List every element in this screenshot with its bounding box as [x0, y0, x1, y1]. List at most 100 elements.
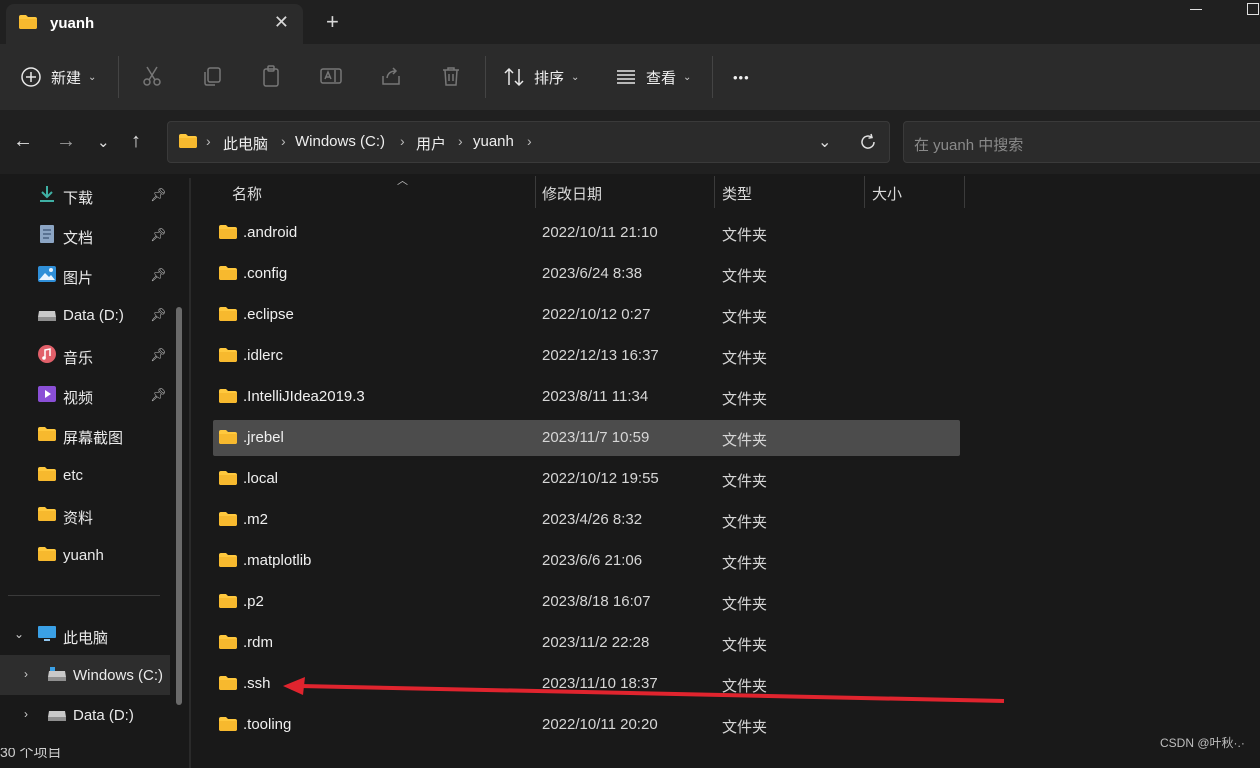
sidebar-item-videos[interactable]: 视频 📌︎ [0, 375, 175, 415]
folder-icon [219, 676, 237, 690]
sidebar-item-label: yuanh [63, 547, 104, 564]
table-row[interactable]: .rdm 2023/11/2 22:28 文件夹 [213, 625, 960, 661]
column-header-size[interactable]: 大小 [865, 174, 965, 208]
sidebar-item-this-pc[interactable]: ⌄ 此电脑 [0, 615, 175, 655]
breadcrumb-yuanh[interactable]: yuanh [473, 133, 514, 150]
pin-icon[interactable]: 📌︎ [150, 387, 167, 403]
table-row[interactable]: .local 2022/10/12 19:55 文件夹 [213, 461, 960, 497]
sort-button[interactable]: 排序 ⌄ [503, 64, 579, 90]
copy-icon[interactable] [200, 64, 224, 88]
pin-icon[interactable]: 📌︎ [150, 227, 167, 243]
folder-icon [219, 471, 237, 485]
table-row[interactable]: .tooling 2022/10/11 20:20 文件夹 [213, 707, 960, 743]
table-row[interactable]: .jrebel 2023/11/7 10:59 文件夹 [213, 420, 960, 456]
breadcrumb-chevron-icon[interactable]: › [400, 133, 405, 149]
folder-icon [219, 307, 237, 321]
sidebar-item-materials[interactable]: 资料 [0, 495, 175, 535]
table-row[interactable]: .matplotlib 2023/6/6 21:06 文件夹 [213, 543, 960, 579]
address-history-dropdown[interactable]: ⌄ [818, 132, 831, 152]
sidebar-item-downloads[interactable]: 下载 📌︎ [0, 175, 175, 215]
back-button[interactable]: ← [13, 130, 33, 153]
scrollbar-track[interactable] [189, 178, 191, 768]
breadcrumb-chevron-icon[interactable]: › [458, 133, 463, 149]
share-icon[interactable] [379, 64, 403, 88]
sidebar-item-data-d-drive[interactable]: › Data (D:) [0, 695, 175, 735]
sidebar-item-windows-c[interactable]: › Windows (C:) [0, 655, 170, 695]
file-name: .tooling [243, 716, 292, 733]
sidebar-item-music[interactable]: 音乐 📌︎ [0, 335, 175, 375]
file-name: .IntelliJIdea2019.3 [243, 388, 365, 405]
folder-icon [19, 15, 37, 29]
table-row[interactable]: .idlerc 2022/12/13 16:37 文件夹 [213, 338, 960, 374]
sidebar-item-label: etc [63, 467, 84, 484]
address-bar[interactable]: › 此电脑 › Windows (C:) › 用户 › yuanh › ⌄ [167, 121, 890, 163]
chevron-right-icon[interactable]: › [24, 707, 28, 721]
cut-icon[interactable] [140, 64, 164, 88]
recent-locations-button[interactable]: ⌄ [97, 133, 110, 151]
column-header-modified[interactable]: 修改日期 [536, 174, 714, 208]
window-tab[interactable]: yuanh ✕ [6, 4, 303, 44]
table-row[interactable]: .eclipse 2022/10/12 0:27 文件夹 [213, 297, 960, 333]
minimize-button[interactable] [1190, 9, 1202, 10]
folder-icon [219, 717, 237, 731]
sidebar-item-data-d[interactable]: Data (D:) 📌︎ [0, 295, 175, 335]
table-row[interactable]: .m2 2023/4/26 8:32 文件夹 [213, 502, 960, 538]
pin-icon[interactable]: 📌︎ [150, 347, 167, 363]
new-button[interactable]: 新建 ⌄ [20, 64, 96, 90]
folder-icon [219, 430, 237, 444]
rename-icon[interactable] [319, 64, 343, 88]
sidebar-item-yuanh[interactable]: yuanh [0, 535, 175, 575]
more-options-button[interactable]: ••• [733, 64, 750, 90]
file-modified: 2023/8/11 11:34 [542, 388, 649, 405]
pin-icon[interactable]: 📌︎ [150, 187, 167, 203]
maximize-button[interactable] [1247, 3, 1259, 15]
pin-icon[interactable]: 📌︎ [150, 307, 167, 323]
chevron-down-icon[interactable]: ⌄ [14, 627, 24, 641]
close-tab-button[interactable]: ✕ [274, 12, 289, 33]
table-row[interactable]: .ssh 2023/11/10 18:37 文件夹 [213, 666, 960, 702]
navigation-pane: 下载 📌︎ 文档 📌︎ 图片 📌︎ Data (D:) 📌︎ 音乐 📌︎ 视频 … [0, 174, 192, 768]
sidebar-item-documents[interactable]: 文档 📌︎ [0, 215, 175, 255]
paste-icon[interactable] [259, 64, 283, 88]
divider [485, 56, 486, 98]
sidebar-item-pictures[interactable]: 图片 📌︎ [0, 255, 175, 295]
file-modified: 2023/11/10 18:37 [542, 675, 658, 692]
scrollbar-thumb[interactable] [176, 307, 182, 705]
column-label: 大小 [872, 186, 903, 203]
refresh-icon[interactable] [858, 132, 878, 152]
breadcrumb-users[interactable]: 用户 [416, 133, 446, 154]
file-name: .p2 [243, 593, 264, 610]
table-row[interactable]: .IntelliJIdea2019.3 2023/8/11 11:34 文件夹 [213, 379, 960, 415]
delete-icon[interactable] [439, 64, 463, 88]
picture-icon [38, 266, 56, 282]
chevron-right-icon[interactable]: › [24, 667, 28, 681]
file-name: .matplotlib [243, 552, 312, 569]
folder-icon [38, 547, 56, 561]
file-type: 文件夹 [722, 473, 768, 490]
view-button[interactable]: 查看 ⌄ [615, 64, 691, 90]
new-tab-button[interactable]: + [326, 9, 339, 35]
table-row[interactable]: .android 2022/10/11 21:10 文件夹 [213, 215, 960, 251]
breadcrumb-chevron-icon[interactable]: › [281, 133, 286, 149]
file-type: 文件夹 [722, 350, 768, 367]
plus-circle-icon [21, 67, 41, 87]
table-row[interactable]: .config 2023/6/24 8:38 文件夹 [213, 256, 960, 292]
search-box[interactable]: 在 yuanh 中搜索 [903, 121, 1260, 163]
table-row[interactable]: .p2 2023/8/18 16:07 文件夹 [213, 584, 960, 620]
file-name: .android [243, 224, 298, 241]
up-button[interactable]: ↑ [131, 130, 141, 153]
sort-ascending-icon: ︿ [397, 175, 408, 187]
column-header-name[interactable]: ︿ 名称 [213, 174, 533, 208]
column-divider[interactable] [964, 176, 965, 208]
sidebar-item-screenshots[interactable]: 屏幕截图 [0, 415, 175, 455]
breadcrumb-this-pc[interactable]: 此电脑 [223, 133, 268, 154]
breadcrumb-c-drive[interactable]: Windows (C:) [295, 133, 385, 150]
sidebar-item-label: 此电脑 [63, 630, 109, 647]
pin-icon[interactable]: 📌︎ [150, 267, 167, 283]
column-header-type[interactable]: 类型 [715, 174, 863, 208]
forward-button[interactable]: → [56, 130, 76, 153]
file-name: .eclipse [243, 306, 294, 323]
sidebar-item-etc[interactable]: etc [0, 455, 175, 495]
breadcrumb-chevron-icon[interactable]: › [206, 133, 211, 149]
breadcrumb-chevron-icon[interactable]: › [527, 133, 532, 149]
